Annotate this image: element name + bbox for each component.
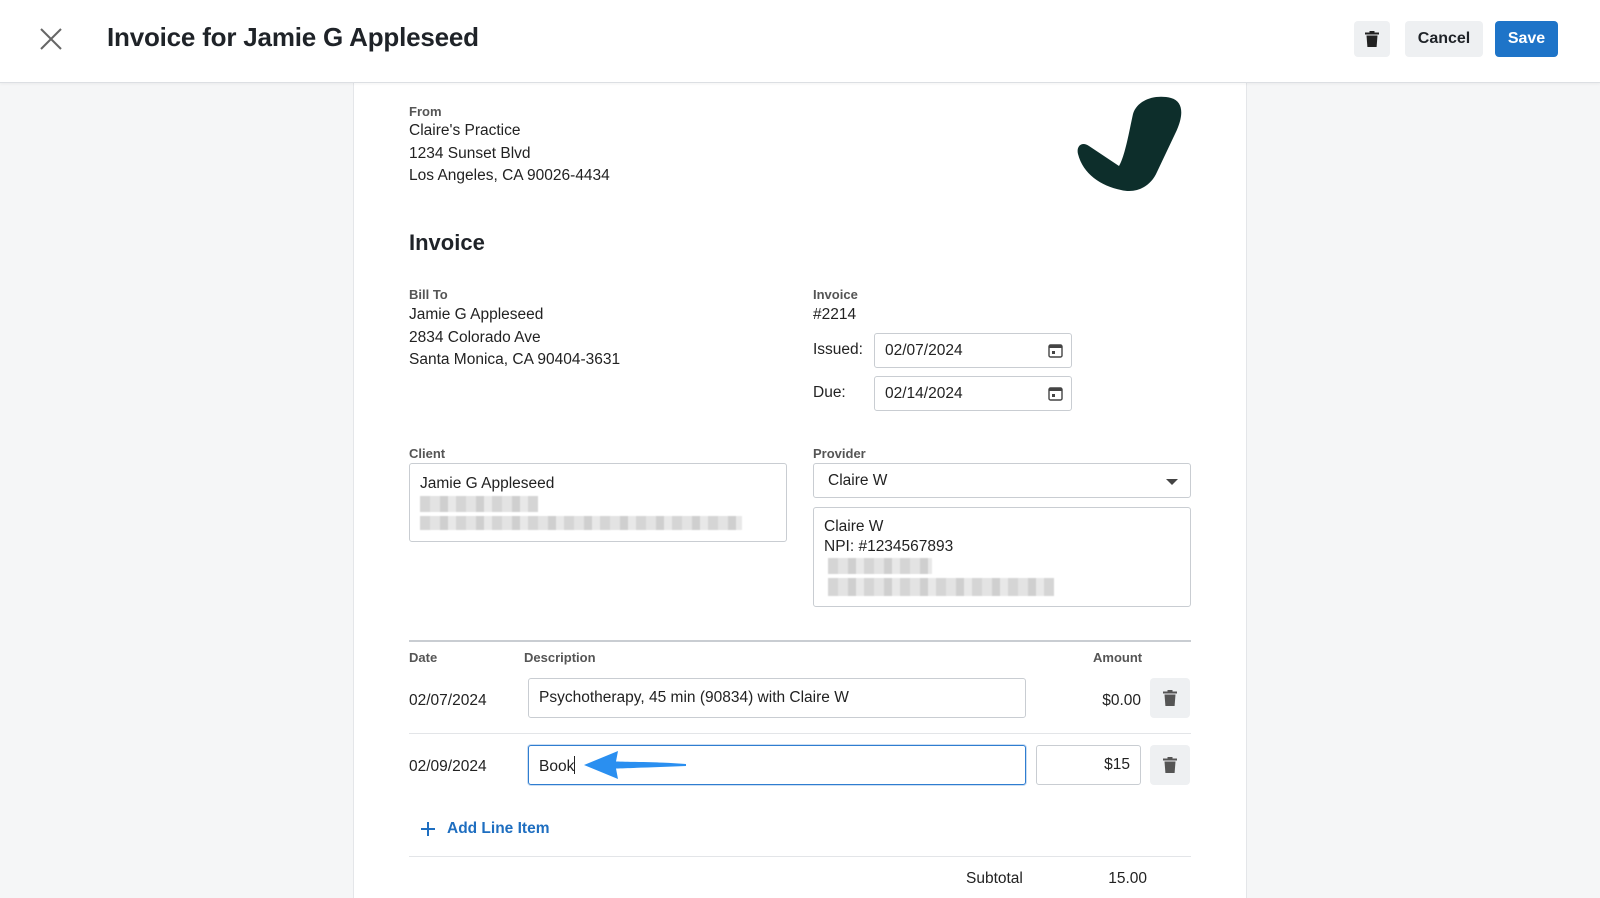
from-address-line1: 1234 Sunset Blvd	[409, 144, 531, 162]
client-label: Client	[409, 446, 446, 461]
column-header-description: Description	[524, 650, 596, 665]
trash-icon	[1163, 690, 1177, 706]
issued-label: Issued:	[813, 341, 863, 358]
amount-input[interactable]: $15	[1036, 745, 1141, 785]
totals-divider	[409, 856, 1191, 857]
subtotal-label: Subtotal	[966, 870, 1023, 887]
row-date: 02/09/2024	[409, 758, 487, 775]
trash-icon	[1163, 757, 1177, 773]
calendar-icon[interactable]	[1048, 343, 1063, 358]
provider-details-name: Claire W	[824, 518, 884, 535]
redacted-provider-info	[828, 558, 932, 574]
invoice-heading: Invoice	[409, 230, 485, 255]
client-name: Jamie G Appleseed	[420, 475, 555, 492]
provider-label: Provider	[813, 446, 866, 461]
due-date-input[interactable]: 02/14/2024	[874, 376, 1072, 411]
cancel-button[interactable]: Cancel	[1405, 21, 1483, 57]
invoice-number-label: Invoice	[813, 287, 858, 302]
top-bar: Invoice for Jamie G Appleseed Cancel Sav…	[0, 0, 1600, 83]
from-address: Claire's Practice 1234 Sunset Blvd Los A…	[409, 120, 610, 188]
bill-to-address-line1: 2834 Colorado Ave	[409, 328, 541, 346]
bill-to-name: Jamie G Appleseed	[409, 306, 544, 323]
column-header-amount: Amount	[1093, 650, 1143, 665]
provider-select[interactable]: Claire W	[813, 463, 1191, 498]
plus-icon	[421, 822, 435, 836]
issued-date-input[interactable]: 02/07/2024	[874, 333, 1072, 368]
trash-icon	[1365, 31, 1379, 47]
redacted-provider-info	[828, 578, 1054, 596]
bill-to-address: Jamie G Appleseed 2834 Colorado Ave Sant…	[409, 304, 620, 372]
delete-line-button[interactable]	[1150, 745, 1190, 785]
page-title: Invoice for Jamie G Appleseed	[107, 22, 479, 52]
calendar-icon[interactable]	[1048, 386, 1063, 401]
chevron-down-icon	[1166, 479, 1178, 485]
provider-details: Claire W NPI: #1234567893	[824, 517, 953, 557]
close-icon[interactable]	[36, 24, 66, 54]
row-divider	[409, 733, 1191, 734]
from-address-line2: Los Angeles, CA 90026-4434	[409, 167, 610, 184]
add-line-item-button[interactable]: Add Line Item	[421, 817, 549, 841]
provider-details-box[interactable]: Claire W NPI: #1234567893	[813, 507, 1191, 607]
table-top-rule	[409, 640, 1191, 642]
issued-date-value: 02/07/2024	[885, 342, 963, 359]
client-details-box[interactable]: Jamie G Appleseed	[409, 463, 787, 542]
description-value: Book	[539, 758, 575, 775]
row-amount: $0.00	[1102, 692, 1141, 709]
description-input[interactable]: Psychotherapy, 45 min (90834) with Clair…	[528, 678, 1026, 718]
invoice-number: #2214	[813, 306, 857, 323]
provider-selected-value: Claire W	[828, 472, 888, 489]
from-name: Claire's Practice	[409, 122, 521, 139]
save-button[interactable]: Save	[1495, 21, 1558, 57]
description-input[interactable]: Book	[528, 745, 1026, 785]
bill-to-label: Bill To	[409, 287, 448, 302]
due-date-value: 02/14/2024	[885, 385, 963, 402]
amount-value: $15	[1104, 756, 1130, 773]
redacted-client-info	[420, 516, 742, 530]
bill-to-address-line2: Santa Monica, CA 90404-3631	[409, 351, 621, 368]
row-date: 02/07/2024	[409, 692, 487, 709]
column-header-date: Date	[409, 650, 438, 665]
delete-invoice-button[interactable]	[1354, 21, 1390, 57]
redacted-client-info	[420, 496, 538, 512]
due-label: Due:	[813, 384, 846, 401]
text-cursor	[574, 756, 576, 774]
practice-logo	[1075, 96, 1185, 194]
provider-npi: NPI: #1234567893	[824, 538, 954, 555]
delete-line-button[interactable]	[1150, 678, 1190, 718]
description-value: Psychotherapy, 45 min (90834) with Clair…	[539, 689, 849, 706]
subtotal-value: 15.00	[1108, 870, 1147, 887]
add-line-item-label: Add Line Item	[447, 820, 550, 837]
from-label: From	[409, 104, 442, 119]
